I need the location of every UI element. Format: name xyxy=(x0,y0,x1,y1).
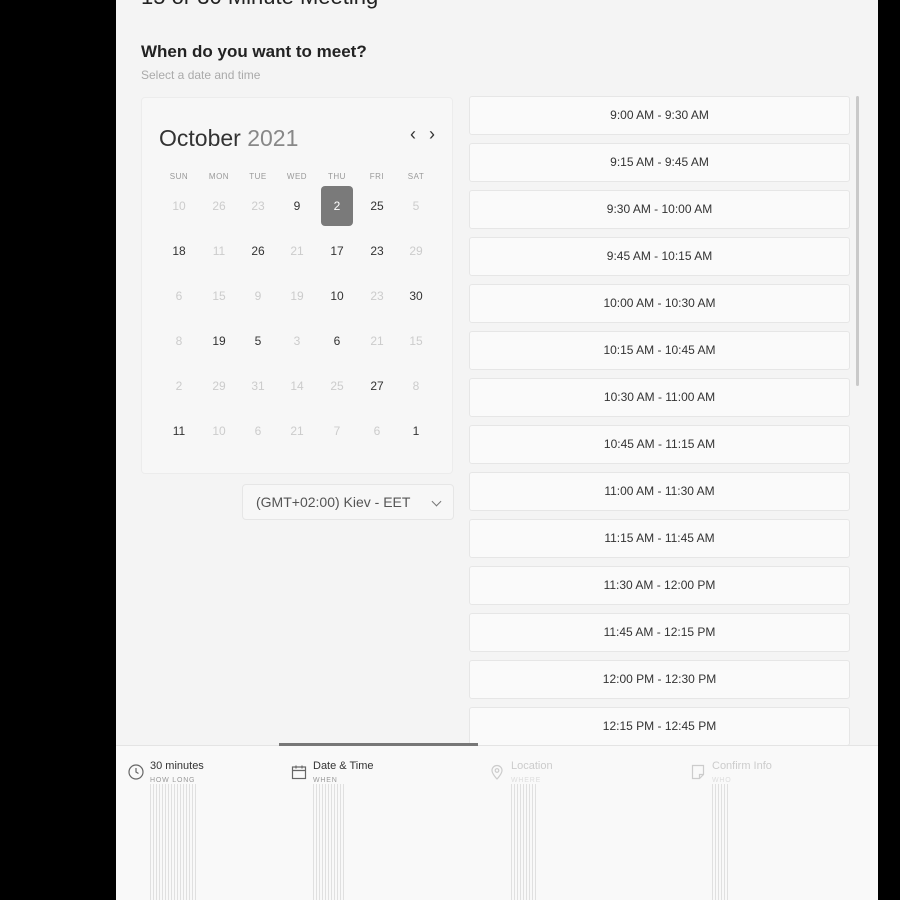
step-who: Confirm Info WHO xyxy=(690,746,840,900)
time-slot-button[interactable]: 11:30 AM - 12:00 PM xyxy=(469,566,850,605)
rendering-artifact xyxy=(313,784,345,900)
step-how-long[interactable]: 30 minutes HOW LONG xyxy=(128,746,278,900)
calendar-day[interactable]: 18 xyxy=(163,231,195,271)
time-slot-button[interactable]: 11:00 AM - 11:30 AM xyxy=(469,472,850,511)
time-slot-button[interactable]: 9:45 AM - 10:15 AM xyxy=(469,237,850,276)
rendering-artifact xyxy=(712,784,728,900)
step-when[interactable]: Date & Time WHEN xyxy=(291,746,441,900)
calendar-day: 21 xyxy=(290,244,304,258)
calendar-day-selected[interactable]: 2 xyxy=(321,186,353,226)
calendar-day: 21 xyxy=(290,424,304,438)
time-slot-scrollbar[interactable] xyxy=(856,96,859,746)
calendar-day: 26 xyxy=(212,199,226,213)
rendering-artifact xyxy=(150,784,196,900)
location-pin-icon xyxy=(489,764,505,785)
calendar-day: 6 xyxy=(373,424,381,438)
calendar-day[interactable]: 11 xyxy=(163,411,195,451)
time-slot-button[interactable]: 9:30 AM - 10:00 AM xyxy=(469,190,850,229)
calendar-day: 6 xyxy=(254,424,262,438)
calendar-day[interactable]: 5 xyxy=(242,321,274,361)
calendar-day: 10 xyxy=(172,199,186,213)
step-sublabel: WHEN xyxy=(313,777,338,784)
calendar-day: 23 xyxy=(251,199,265,213)
weekday-label: SUN xyxy=(169,172,189,181)
time-slot-button[interactable]: 10:30 AM - 11:00 AM xyxy=(469,378,850,417)
calendar-day[interactable]: 9 xyxy=(281,186,313,226)
calendar-day: 23 xyxy=(370,289,384,303)
step-label: Location xyxy=(511,760,553,772)
weekday-label: FRI xyxy=(369,172,385,181)
calendar-day: 11 xyxy=(212,244,226,258)
calendar-day: 21 xyxy=(370,334,384,348)
calendar-day: 8 xyxy=(175,334,183,348)
calendar-month: October xyxy=(159,125,241,151)
calendar-day: 19 xyxy=(290,289,304,303)
scheduling-panel: 15 or 30 Minute Meeting When do you want… xyxy=(116,0,878,900)
chevron-left-icon[interactable]: ‹ xyxy=(410,124,416,145)
step-label: Confirm Info xyxy=(712,760,772,772)
step-where: Location WHERE xyxy=(489,746,639,900)
step-sublabel: HOW LONG xyxy=(150,777,196,784)
calendar-day: 29 xyxy=(409,244,423,258)
calendar-day: 5 xyxy=(412,199,420,213)
calendar-day: 10 xyxy=(212,424,226,438)
calendar-day[interactable]: 26 xyxy=(242,231,274,271)
date-picker-calendar: October 2021 ‹ › SUN MON TUE WED THU FRI SAT 10… xyxy=(141,97,453,474)
calendar-day[interactable]: 6 xyxy=(321,321,353,361)
calendar-day: 15 xyxy=(212,289,226,303)
step-label: 30 minutes xyxy=(150,760,204,772)
time-slot-button[interactable]: 11:45 AM - 12:15 PM xyxy=(469,613,850,652)
calendar-day[interactable]: 1 xyxy=(400,411,432,451)
calendar-day[interactable]: 17 xyxy=(321,231,353,271)
timezone-select[interactable]: (GMT+02:00) Kiev - EET xyxy=(242,484,454,520)
time-slot-button[interactable]: 10:45 AM - 11:15 AM xyxy=(469,425,850,464)
chevron-down-icon xyxy=(431,496,442,507)
calendar-day: 8 xyxy=(412,379,420,393)
calendar-day: 7 xyxy=(333,424,341,438)
chevron-right-icon[interactable]: › xyxy=(429,124,435,145)
step-label: Date & Time xyxy=(313,760,374,772)
calendar-day: 3 xyxy=(293,334,301,348)
weekday-label: SAT xyxy=(407,172,425,181)
calendar-day: 9 xyxy=(254,289,262,303)
weekday-label: TUE xyxy=(249,172,267,181)
calendar-day: 31 xyxy=(251,379,265,393)
time-slot-button[interactable]: 10:15 AM - 10:45 AM xyxy=(469,331,850,370)
calendar-day: 25 xyxy=(330,379,344,393)
rendering-artifact xyxy=(511,784,537,900)
calendar-icon xyxy=(291,764,307,785)
weekday-label: MON xyxy=(208,172,230,181)
scrollbar-thumb[interactable] xyxy=(856,96,859,386)
time-slot-button[interactable]: 9:15 AM - 9:45 AM xyxy=(469,143,850,182)
clock-icon xyxy=(128,764,144,785)
time-slot-button[interactable]: 9:00 AM - 9:30 AM xyxy=(469,96,850,135)
time-slot-button[interactable]: 10:00 AM - 10:30 AM xyxy=(469,284,850,323)
calendar-year: 2021 xyxy=(247,125,299,151)
weekday-label: WED xyxy=(286,172,308,181)
calendar-day: 2 xyxy=(175,379,183,393)
time-slot-button[interactable]: 12:00 PM - 12:30 PM xyxy=(469,660,850,699)
step-sublabel: WHO xyxy=(712,777,732,784)
calendar-day: 6 xyxy=(175,289,183,303)
calendar-day: 15 xyxy=(409,334,423,348)
calendar-day[interactable]: 23 xyxy=(361,231,393,271)
section-heading: When do you want to meet? xyxy=(141,42,367,61)
timezone-value: (GMT+02:00) Kiev - EET xyxy=(256,494,411,510)
weekday-label: THU xyxy=(328,172,346,181)
calendar-day[interactable]: 25 xyxy=(361,186,393,226)
calendar-day: 14 xyxy=(290,379,304,393)
document-icon xyxy=(690,764,706,785)
section-subtitle: Select a date and time xyxy=(141,68,261,82)
calendar-day[interactable]: 30 xyxy=(400,276,432,316)
calendar-day[interactable]: 27 xyxy=(361,366,393,406)
calendar-day[interactable]: 10 xyxy=(321,276,353,316)
calendar-day: 29 xyxy=(212,379,226,393)
calendar-day[interactable]: 19 xyxy=(203,321,235,361)
time-slot-button[interactable]: 11:15 AM - 11:45 AM xyxy=(469,519,850,558)
calendar-month-year: October 2021 xyxy=(159,125,298,152)
step-sublabel: WHERE xyxy=(511,777,542,784)
meeting-title: 15 or 30 Minute Meeting xyxy=(141,0,378,10)
time-slot-button[interactable]: 12:15 PM - 12:45 PM xyxy=(469,707,850,746)
booking-steps: 30 minutes HOW LONG Date & Time WHEN Locatio… xyxy=(116,743,878,900)
